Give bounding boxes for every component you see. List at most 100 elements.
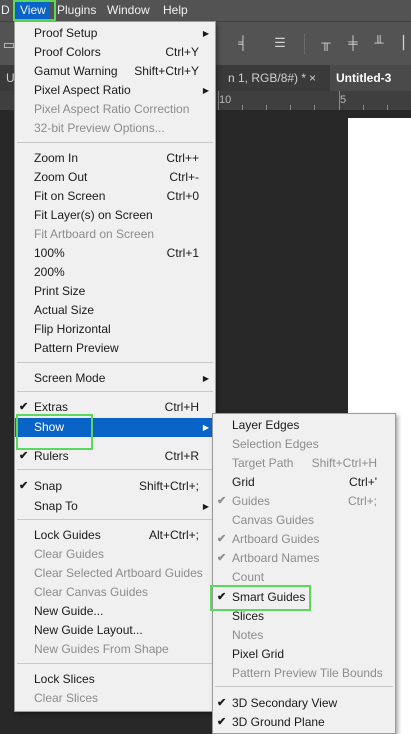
menubar-item-view[interactable]: View xyxy=(16,0,50,21)
show-menu-item-count: Count xyxy=(213,568,395,587)
show-menu-item-3d-ground-plane[interactable]: ✔ 3D Ground Plane xyxy=(213,713,395,732)
align-vertical-centers-icon[interactable]: ╪ xyxy=(346,36,360,50)
view-menu-item-screen-mode[interactable]: Screen Mode ▶ xyxy=(15,369,215,388)
view-menu-item-item-label: Actual Size xyxy=(34,303,95,317)
view-menu-item-32-bit-preview-options: 32-bit Preview Options... xyxy=(15,119,215,138)
view-menu-item-extras[interactable]: ✔ Extras Ctrl+H xyxy=(15,398,215,417)
view-menu-item-actual-size[interactable]: Actual Size xyxy=(15,301,215,320)
view-menu-item-item-label: Show xyxy=(34,420,65,434)
document-tab-active[interactable]: Untitled-3 @ xyxy=(330,65,411,111)
view-menu-item-item-label: Fit on Screen xyxy=(34,189,106,203)
shortcut-label: Shift+Ctrl+H xyxy=(311,456,377,470)
view-menu-item-item-label: Pixel Aspect Ratio Correction xyxy=(34,102,190,116)
view-menu-item-100[interactable]: 100% Ctrl+1 xyxy=(15,244,215,263)
view-menu-item-snap-to[interactable]: Snap To ▶ xyxy=(15,497,215,516)
checkmark-icon: ✔ xyxy=(217,697,227,709)
view-menu-item-item-label: 32-bit Preview Options... xyxy=(34,121,165,135)
view-menu-item-item-label: 100% xyxy=(34,246,65,260)
show-menu-item-item-label: Notes xyxy=(232,628,264,642)
align-bottom-edges-icon[interactable]: ╨ xyxy=(372,36,386,50)
show-menu-item-item-label: Layer Edges xyxy=(232,418,300,432)
view-menu-item-pixel-aspect-ratio[interactable]: Pixel Aspect Ratio ▶ xyxy=(15,81,215,100)
show-menu-item-artboard-names: ✔ Artboard Names xyxy=(213,549,395,568)
show-submenu: Layer Edges Selection Edges Target Path Shi… xyxy=(212,413,396,734)
view-menu-item-item-label: Proof Colors xyxy=(34,45,101,59)
view-menu-item-new-guide-layout[interactable]: New Guide Layout... xyxy=(15,621,215,640)
view-menu-item-item-label: Snap To xyxy=(34,499,78,513)
shortcut-label: Ctrl+H xyxy=(164,400,199,414)
view-menu-item-fit-on-screen[interactable]: Fit on Screen Ctrl+0 xyxy=(15,187,215,206)
view-menu-item-lock-slices[interactable]: Lock Slices xyxy=(15,670,215,689)
view-menu-item-item-label: Snap xyxy=(34,479,63,493)
view-menu-item-pattern-preview[interactable]: Pattern Preview xyxy=(15,339,215,358)
show-menu-item-layer-edges[interactable]: Layer Edges xyxy=(213,416,395,435)
tab-close-icon[interactable]: × xyxy=(303,65,322,91)
toolbar-divider xyxy=(304,34,305,54)
menu-separator xyxy=(17,663,213,664)
menubar-item-window[interactable]: Window xyxy=(107,0,150,21)
show-menu-item-item-label: Target Path xyxy=(232,456,294,470)
view-menu-item-rulers[interactable]: ✔ Rulers Ctrl+R xyxy=(15,447,215,466)
align-left-icon[interactable]: ▏ xyxy=(401,36,411,50)
shortcut-label: Ctrl+1 xyxy=(166,246,199,260)
show-menu-item-item-label: Canvas Guides xyxy=(232,513,315,527)
view-menu-item-item-label: Zoom Out xyxy=(34,170,88,184)
view-menu-item-item-label: Print Size xyxy=(34,284,86,298)
view-menu-item-proof-colors[interactable]: Proof Colors Ctrl+Y xyxy=(15,43,215,62)
checkmark-icon: ✔ xyxy=(217,533,227,545)
submenu-arrow-icon: ▶ xyxy=(202,423,209,432)
menu-separator xyxy=(17,469,213,470)
checkmark-icon: ✔ xyxy=(217,495,227,507)
show-menu-item-3d-secondary-view[interactable]: ✔ 3D Secondary View xyxy=(213,694,395,713)
submenu-arrow-icon: ▶ xyxy=(202,29,209,38)
menubar-item-help[interactable]: Help xyxy=(163,0,188,21)
show-menu-item-slices[interactable]: Slices xyxy=(213,607,395,626)
submenu-arrow-icon: ▶ xyxy=(202,374,209,383)
shortcut-label: Ctrl+' xyxy=(349,475,377,489)
view-menu-item-new-guide[interactable]: New Guide... xyxy=(15,602,215,621)
show-menu-item-pixel-grid[interactable]: Pixel Grid xyxy=(213,645,395,664)
submenu-arrow-icon: ▶ xyxy=(202,502,209,511)
view-menu-item-lock-guides[interactable]: Lock Guides Alt+Ctrl+; xyxy=(15,526,215,545)
align-top-edges-icon[interactable]: ╥ xyxy=(319,36,333,50)
show-menu-item-grid[interactable]: Grid Ctrl+' xyxy=(213,473,395,492)
show-menu-item-pattern-preview-tile-bounds: Pattern Preview Tile Bounds xyxy=(213,664,395,683)
view-menu-item-item-label: Clear Guides xyxy=(34,547,105,561)
view-menu-item-item-label: Proof Setup xyxy=(34,26,98,40)
view-menu-item-item-label: Gamut Warning xyxy=(34,64,118,78)
menubar-item-3d[interactable]: D xyxy=(1,0,10,21)
show-menu-item-smart-guides[interactable]: ✔ Smart Guides xyxy=(213,588,395,607)
view-menu-item-200[interactable]: 200% xyxy=(15,263,215,282)
view-menu-item-zoom-in[interactable]: Zoom In Ctrl++ xyxy=(15,149,215,168)
shortcut-label: Shift+Ctrl+; xyxy=(138,479,199,493)
submenu-arrow-icon: ▶ xyxy=(202,86,209,95)
shortcut-label: Ctrl+- xyxy=(169,170,199,184)
menubar-item-plugins[interactable]: Plugins xyxy=(57,0,96,21)
view-menu-item-snap[interactable]: ✔ Snap Shift+Ctrl+; xyxy=(15,477,215,496)
view-menu-item-proof-setup[interactable]: Proof Setup ▶ xyxy=(15,24,215,43)
distribute-icon[interactable]: ☰ xyxy=(273,36,287,50)
view-menu-item-gamut-warning[interactable]: Gamut Warning Shift+Ctrl+Y xyxy=(15,62,215,81)
view-menu-item-print-size[interactable]: Print Size xyxy=(15,282,215,301)
show-menu-item-artboard-guides: ✔ Artboard Guides xyxy=(213,530,395,549)
show-menu-item-guides: ✔ Guides Ctrl+; xyxy=(213,492,395,511)
show-menu-item-item-label: Smart Guides xyxy=(232,590,306,604)
show-menu-item-item-label: Count xyxy=(232,570,265,584)
show-menu-item-target-path: Target Path Shift+Ctrl+H xyxy=(213,454,395,473)
view-menu-item-fit-layer-s-on-screen[interactable]: Fit Layer(s) on Screen xyxy=(15,206,215,225)
show-menu-item-item-label: 3D Secondary View xyxy=(232,696,338,710)
view-menu-item-item-label: Fit Layer(s) on Screen xyxy=(34,208,153,222)
ruler-number: 5 xyxy=(340,94,347,106)
document-tab-label[interactable]: n 1, RGB/8#) * xyxy=(222,65,312,91)
shortcut-label: Shift+Ctrl+Y xyxy=(134,64,199,78)
view-menu-item-zoom-out[interactable]: Zoom Out Ctrl+- xyxy=(15,168,215,187)
ruler-tick xyxy=(218,91,219,110)
view-menu-item-item-label: New Guide... xyxy=(34,604,104,618)
show-menu-item-item-label: Artboard Names xyxy=(232,551,320,565)
align-right-edges-icon[interactable]: ╡ xyxy=(236,36,250,50)
view-menu-item-show[interactable]: Show ▶ xyxy=(15,418,215,437)
view-menu-item-item-label: Clear Canvas Guides xyxy=(34,585,149,599)
view-menu-item-flip-horizontal[interactable]: Flip Horizontal xyxy=(15,320,215,339)
view-menu-item-item-label: Flip Horizontal xyxy=(34,322,111,336)
checkmark-icon: ✔ xyxy=(19,401,29,413)
